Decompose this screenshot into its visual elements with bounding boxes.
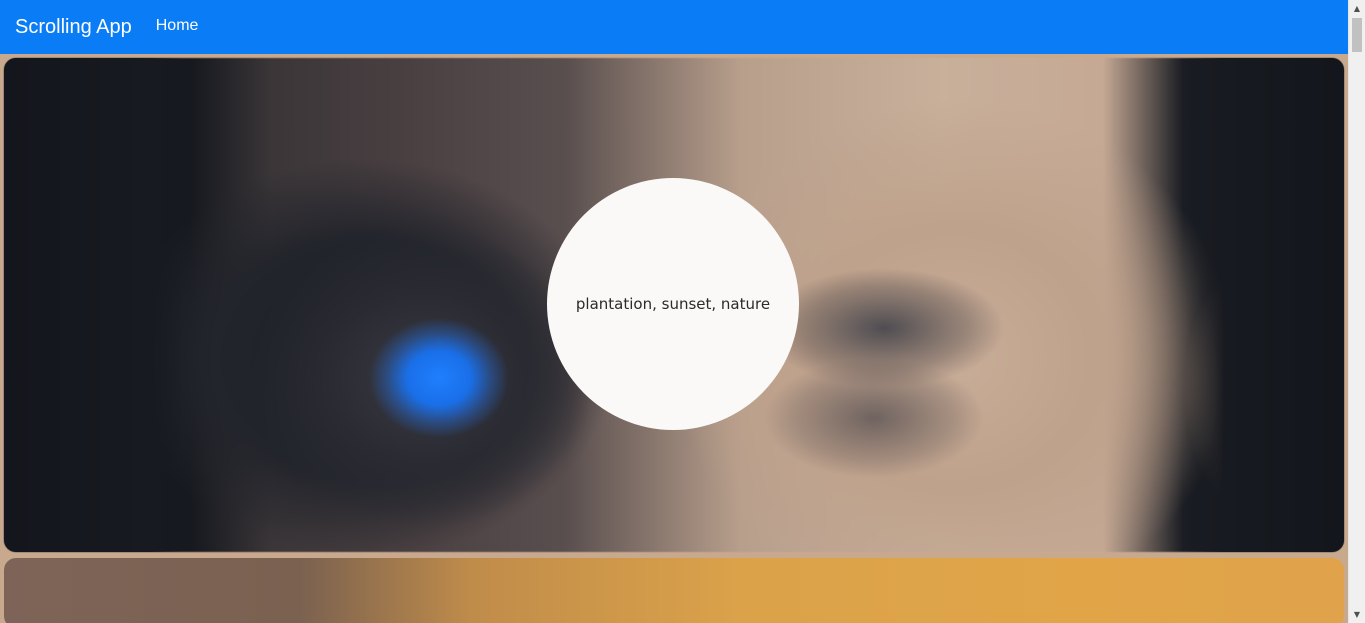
scroll-down-icon[interactable]: ▼ [1349, 606, 1365, 623]
scroll-thumb[interactable] [1352, 18, 1362, 52]
image-feed[interactable]: plantation, sunset, nature [0, 54, 1348, 623]
photo-shadow-left [4, 58, 184, 552]
navbar: Scrolling App Home [0, 0, 1348, 54]
scroll-up-icon[interactable]: ▲ [1349, 0, 1365, 17]
image-caption: plantation, sunset, nature [575, 295, 771, 313]
photo-shadow-right [1184, 58, 1344, 552]
navbar-brand[interactable]: Scrolling App [15, 16, 132, 39]
next-photo [4, 558, 1344, 623]
app-viewport: Scrolling App Home plantation, sunset, n… [0, 0, 1365, 623]
caption-circle: plantation, sunset, nature [547, 178, 799, 430]
vertical-scrollbar[interactable]: ▲ ▼ [1348, 0, 1365, 623]
nav-link-home[interactable]: Home [156, 17, 199, 35]
